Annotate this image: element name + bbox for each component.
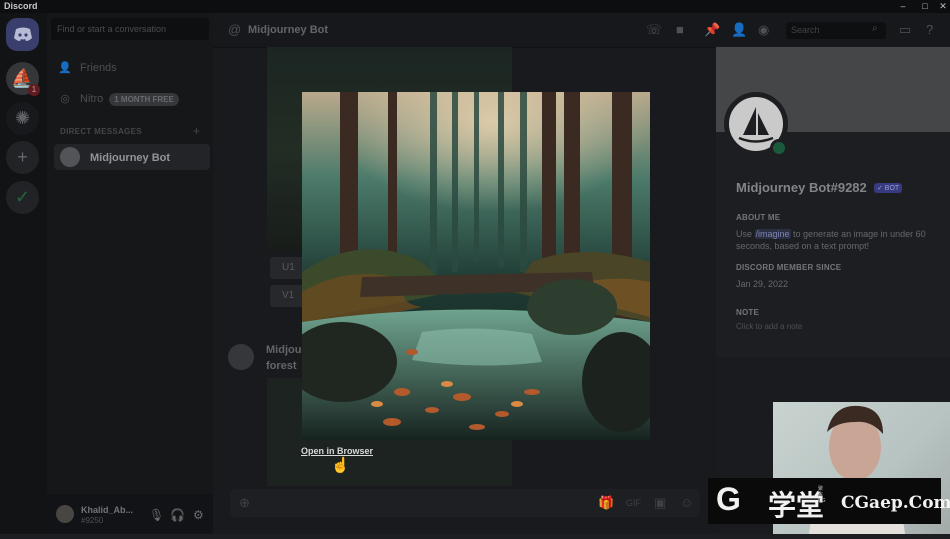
watermark-logo: G — [716, 481, 741, 517]
forest-image — [302, 92, 650, 440]
watermark-text: 学堂 — [768, 490, 825, 521]
hand-cursor-icon: ☝ — [331, 457, 350, 474]
watermark-side-text: 聚焦CG — [818, 486, 826, 504]
watermark-site: CGaep.Com — [841, 493, 950, 513]
open-in-browser-link[interactable]: Open in Browser — [301, 446, 373, 456]
